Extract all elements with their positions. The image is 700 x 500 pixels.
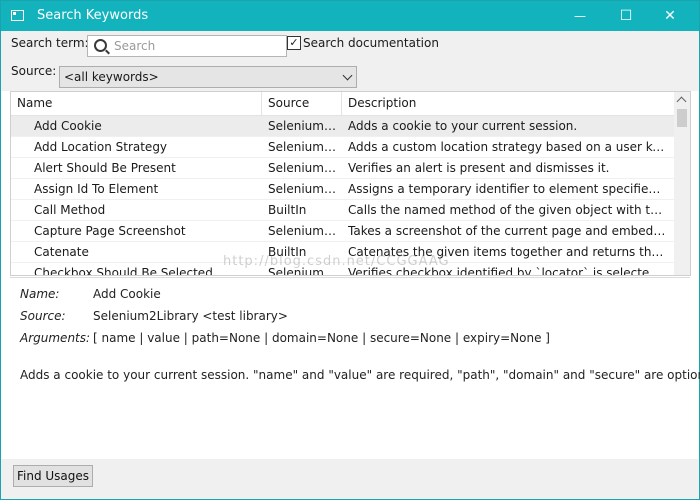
search-input[interactable] <box>114 38 279 54</box>
cell-source: Selenium2... <box>268 182 340 196</box>
keywords-table: Name Source Description Add Cookie Selen… <box>10 91 691 276</box>
cell-source: Selenium2... <box>268 119 340 133</box>
detail-name-label: Name: <box>20 287 60 301</box>
table-row[interactable]: Add Cookie Selenium2... Adds a cookie to… <box>11 116 674 137</box>
minimize-button[interactable]: — <box>557 1 603 31</box>
cell-description: Verifies checkbox identified by `locator… <box>348 266 666 276</box>
source-row: Source: <all keywords> <box>1 61 699 91</box>
scroll-up-arrow-icon[interactable] <box>676 96 687 107</box>
search-row: Search term: ✓ Search documentation <box>1 31 699 61</box>
search-documentation-checkbox[interactable]: ✓ <box>287 36 301 50</box>
cell-name: Assign Id To Element <box>34 182 159 196</box>
cell-source: Selenium2... <box>268 140 340 154</box>
cell-name: Add Cookie <box>34 119 102 133</box>
table-scrollbar[interactable] <box>674 92 690 275</box>
detail-arguments-value: [ name | value | path=None | domain=None… <box>93 331 550 345</box>
keyword-details-panel: Name: Add Cookie Source: Selenium2Librar… <box>10 277 700 460</box>
window-title: Search Keywords <box>37 8 149 23</box>
table-row[interactable]: Capture Page Screenshot Selenium2... Tak… <box>11 221 674 242</box>
cell-name: Call Method <box>34 203 106 217</box>
table-row[interactable]: Checkbox Should Be Selected Selenium2...… <box>11 263 674 276</box>
cell-name: Capture Page Screenshot <box>34 224 186 238</box>
title-bar[interactable]: Search Keywords — ☐ ✕ <box>1 1 699 31</box>
search-box[interactable] <box>87 35 287 57</box>
cell-name: Catenate <box>34 245 89 259</box>
table-row[interactable]: Call Method BuiltIn Calls the named meth… <box>11 200 674 221</box>
column-header-description[interactable]: Description <box>342 92 674 115</box>
search-icon <box>94 39 107 52</box>
detail-source-value: Selenium2Library <test library> <box>93 309 288 323</box>
source-label: Source: <box>11 64 57 78</box>
close-button[interactable]: ✕ <box>647 1 693 31</box>
cell-name: Alert Should Be Present <box>34 161 176 175</box>
column-header-name[interactable]: Name <box>11 92 262 115</box>
column-header-source[interactable]: Source <box>262 92 342 115</box>
chevron-down-icon <box>342 70 353 81</box>
detail-source-label: Source: <box>20 309 66 323</box>
search-term-label: Search term: <box>11 36 89 50</box>
maximize-button[interactable]: ☐ <box>603 1 649 31</box>
table-row[interactable]: Assign Id To Element Selenium2... Assign… <box>11 179 674 200</box>
close-icon: ✕ <box>664 8 676 24</box>
table-row[interactable]: Catenate BuiltIn Catenates the given ite… <box>11 242 674 263</box>
cell-source: Selenium2... <box>268 266 340 276</box>
table-rows: Add Cookie Selenium2... Adds a cookie to… <box>11 116 674 276</box>
cell-source: BuiltIn <box>268 203 307 217</box>
find-usages-button[interactable]: Find Usages <box>13 465 93 487</box>
cell-description: Adds a custom location strategy based on… <box>348 140 666 154</box>
cell-description: Adds a cookie to your current session. <box>348 119 578 133</box>
source-select-value: <all keywords> <box>64 70 159 84</box>
cell-source: Selenium2... <box>268 161 340 175</box>
table-row[interactable]: Add Location Strategy Selenium2... Adds … <box>11 137 674 158</box>
cell-name: Add Location Strategy <box>34 140 168 154</box>
bottom-bar: Find Usages <box>1 459 699 499</box>
window-icon <box>11 10 24 21</box>
search-keywords-window: Search Keywords — ☐ ✕ Search term: ✓ Sea… <box>0 0 700 500</box>
cell-description: Verifies an alert is present and dismiss… <box>348 161 610 175</box>
cell-source: Selenium2... <box>268 224 340 238</box>
table-row[interactable]: Alert Should Be Present Selenium2... Ver… <box>11 158 674 179</box>
cell-description: Assigns a temporary identifier to elemen… <box>348 182 666 196</box>
cell-description: Calls the named method of the given obje… <box>348 203 666 217</box>
minimize-icon: — <box>574 9 586 23</box>
scrollbar-thumb[interactable] <box>677 109 687 127</box>
source-select[interactable]: <all keywords> <box>59 66 357 88</box>
cell-description: Catenates the given items together and r… <box>348 245 666 259</box>
detail-name-value: Add Cookie <box>93 287 161 301</box>
cell-name: Checkbox Should Be Selected <box>34 266 213 276</box>
search-documentation-label: Search documentation <box>303 36 439 50</box>
table-header: Name Source Description <box>11 92 674 116</box>
cell-description: Takes a screenshot of the current page a… <box>348 224 666 238</box>
cell-source: BuiltIn <box>268 245 307 259</box>
maximize-icon: ☐ <box>619 8 633 24</box>
detail-documentation: Adds a cookie to your current session. "… <box>20 368 700 382</box>
detail-arguments-label: Arguments: <box>20 331 91 345</box>
